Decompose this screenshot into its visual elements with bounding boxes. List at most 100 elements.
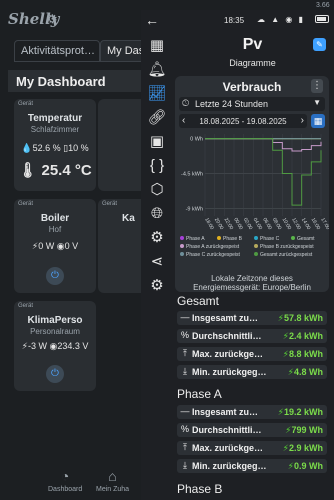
legend-label: Phase A zurückgespeist: [186, 244, 240, 250]
section-title-phase-a: Phase A: [177, 387, 222, 401]
legend-swatch: [291, 236, 295, 240]
page-title: Pv: [242, 36, 263, 53]
legend-label: Gesamt: [297, 236, 315, 242]
legend-swatch: [217, 236, 221, 240]
timezone-note-line1: Lokale Zeitzone dieses: [211, 274, 293, 283]
stat-label: Insgesamt zu…: [192, 407, 259, 417]
stat-row: ⤓ Min. zurückgeg… ⚡4.8 Wh: [177, 365, 327, 379]
card-subtitle: Personalraum: [30, 327, 80, 336]
dashboard-icon: ◔: [60, 468, 70, 484]
max-icon: ⤒: [183, 348, 187, 358]
stat-value: ⚡2.4 kWh: [282, 331, 323, 341]
cube-icon[interactable]: ⬡: [145, 179, 169, 201]
stat-row: ⤒ Max. zurückge… ⚡2.9 kWh: [177, 441, 327, 455]
device-card-temperature[interactable]: Gerät Temperatur Schlafzimmer 💧52.6 % ▯1…: [14, 99, 96, 191]
page-subtitle: Diagramme: [229, 58, 276, 68]
gears-icon[interactable]: ⚙: [145, 227, 169, 249]
temperature-value: 🌡 25.4 °C: [18, 162, 92, 179]
power-button-icon[interactable]: ⏻: [46, 267, 64, 285]
gear-icon[interactable]: ⚙: [145, 275, 169, 297]
humidity-value: 💧52.6 % ▯10 %: [21, 143, 89, 153]
power-button-icon[interactable]: ⏻: [46, 365, 64, 383]
share-icon[interactable]: ⋖: [145, 251, 169, 273]
card-title: Boiler: [40, 213, 70, 224]
stat-value: ⚡19.2 kWh: [277, 407, 323, 417]
section-title-gesamt: Gesamt: [177, 294, 220, 308]
stat-label: Insgesamt zu…: [192, 313, 259, 323]
date-range-value: 18.08.2025 - 19.08.2025: [199, 117, 287, 126]
stat-label: Durchschnittli…: [192, 331, 262, 341]
minus-icon: —: [180, 312, 190, 322]
stat-label: Max. zurückge…: [192, 349, 264, 359]
status-icons: ☁ ▲ ◉ ▮: [257, 15, 305, 24]
min-icon: ⤓: [183, 460, 187, 470]
device-icon[interactable]: ▣: [145, 131, 169, 153]
stat-value: ⚡4.8 Wh: [287, 367, 323, 377]
legend-label: Gesamt zurückgespeist: [260, 252, 313, 258]
power-readout: ⚡0 W ◉0 V: [31, 241, 79, 251]
legend-swatch: [180, 252, 184, 256]
stat-label: Max. zurückge…: [192, 443, 264, 453]
device-card-boiler[interactable]: Gerät Boiler Hof ⚡0 W ◉0 V ⏻: [14, 199, 96, 293]
card-tag: Gerät: [18, 303, 34, 309]
stat-value: ⚡799 Wh: [285, 425, 323, 435]
settings-gear-icon[interactable]: ⚙: [47, 12, 58, 26]
stat-label: Min. zurückgeg…: [192, 367, 267, 377]
stat-value: ⚡8.8 kWh: [282, 349, 323, 359]
x-tick-label: 17:00: [319, 217, 329, 231]
y-tick-label: -4.5 kWh: [181, 171, 203, 177]
braces-icon[interactable]: { }: [145, 155, 169, 177]
chevron-down-icon: ▼: [313, 98, 321, 107]
edit-pencil-icon[interactable]: ✎: [313, 38, 326, 51]
period-select-value: Letzte 24 Stunden: [195, 99, 269, 109]
stat-row: ⤓ Min. zurückgeg… ⚡0.9 Wh: [177, 459, 327, 473]
legend-label: Phase B: [223, 236, 243, 242]
chart-line-icon[interactable]: 📈︎: [145, 83, 169, 105]
stat-value: ⚡0.9 Wh: [287, 461, 323, 471]
legend-swatch: [254, 252, 258, 256]
percent-icon: %: [180, 330, 189, 340]
stat-label: Durchschnittli…: [192, 425, 262, 435]
stat-row: % Durchschnittli… ⚡799 Wh: [177, 423, 327, 437]
nav-my-home[interactable]: ⌂ Mein Zuha: [96, 468, 129, 493]
stat-label: Min. zurückgeg…: [192, 461, 267, 471]
edge-badge: 3.66: [316, 2, 330, 9]
stat-value: ⚡57.8 kWh: [277, 313, 323, 323]
power-readout: ⚡-3 W ◉234.3 V: [21, 341, 89, 351]
min-icon: ⤓: [183, 366, 187, 376]
globe-icon[interactable]: 🌐︎: [145, 203, 169, 225]
legend-swatch: [254, 244, 258, 248]
nav-dashboard[interactable]: ◔ Dashboard: [48, 468, 82, 493]
consumption-chart-card: Verbrauch ⋮ 🕓︎ Letzte 24 Stunden ▼ ‹ 18.…: [175, 76, 329, 292]
chart-card-title: Verbrauch: [222, 80, 282, 94]
card-tag: Gerät: [102, 201, 118, 207]
tab-activity-log[interactable]: Aktivitätsprot…: [14, 40, 100, 62]
period-select[interactable]: 🕓︎ Letzte 24 Stunden ▼: [179, 97, 325, 111]
link-icon[interactable]: 🔗︎: [145, 107, 169, 129]
legend-swatch: [254, 236, 258, 240]
card-title: Temperatur: [27, 113, 83, 124]
bell-icon[interactable]: 🔔︎: [145, 59, 169, 81]
y-tick-label: -9 kWh: [186, 206, 203, 212]
kebab-menu-icon[interactable]: ⋮: [311, 79, 323, 93]
stat-row: — Insgesamt zu… ⚡57.8 kWh: [177, 311, 327, 325]
consumption-line-chart: 0 Wh-4.5 kWh-9 kWh18:0020:0022:0000:0002…: [180, 134, 329, 258]
table-view-icon[interactable]: ▦: [311, 114, 325, 128]
device-card-klimaperso[interactable]: Gerät KlimaPerso Personalraum ⚡-3 W ◉234…: [14, 301, 96, 391]
card-subtitle: Hof: [48, 225, 62, 234]
timezone-note-line2: Energiemessgerät: Europe/Berlin: [193, 283, 311, 292]
stat-value: ⚡2.9 kWh: [282, 443, 323, 453]
history-clock-icon: 🕓︎: [182, 98, 190, 108]
status-bar: ← 18:35 ☁ ▲ ◉ ▮: [141, 10, 334, 30]
minus-icon: —: [180, 406, 190, 416]
chevron-right-icon[interactable]: ›: [301, 115, 304, 126]
legend-swatch: [180, 244, 184, 248]
percent-icon: %: [180, 424, 189, 434]
card-subtitle: Schlafzimmer: [30, 125, 80, 134]
battery-icon: [315, 15, 329, 23]
date-range-picker[interactable]: ‹ 18.08.2025 - 19.08.2025 ›: [179, 114, 307, 128]
pv-diagram-panel: ← 18:35 ☁ ▲ ◉ ▮ ▦ 🔔︎ 📈︎ 🔗︎ ▣ { } ⬡ 🌐︎ ⚙ …: [141, 10, 334, 500]
back-arrow-icon[interactable]: ←: [145, 12, 159, 28]
stat-row: — Insgesamt zu… ⚡19.2 kWh: [177, 405, 327, 419]
solar-panel-icon[interactable]: ▦: [145, 35, 169, 57]
